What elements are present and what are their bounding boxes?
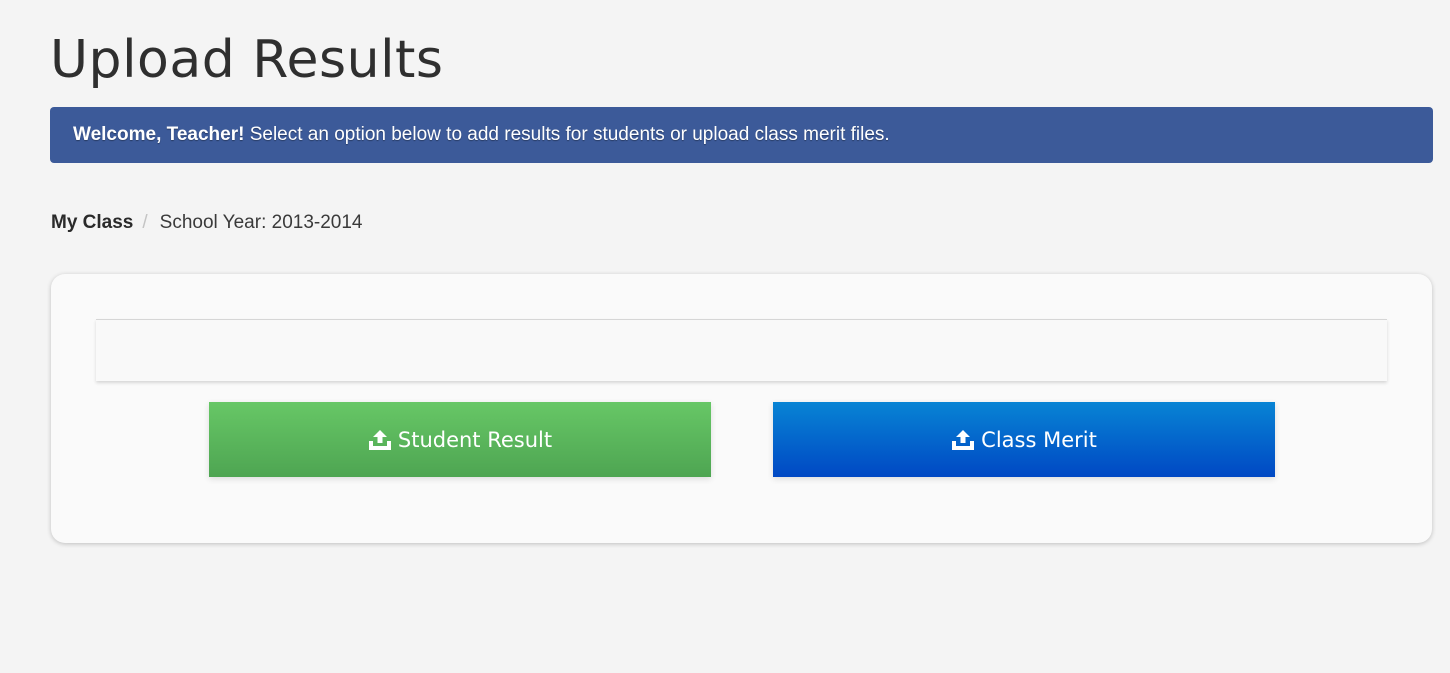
welcome-message: Select an option below to add results fo… bbox=[244, 124, 890, 145]
class-merit-label: Class Merit bbox=[981, 427, 1097, 452]
welcome-greeting: Welcome, Teacher! bbox=[73, 124, 245, 145]
page: Upload Results Welcome, Teacher! Select … bbox=[0, 0, 1450, 673]
student-result-button[interactable]: Student Result bbox=[209, 402, 711, 477]
breadcrumb-current: School Year: 2013-2014 bbox=[159, 212, 363, 233]
upload-icon bbox=[951, 429, 975, 451]
page-title: Upload Results bbox=[50, 30, 444, 90]
breadcrumb: My Class / School Year: 2013-2014 bbox=[51, 210, 363, 236]
breadcrumb-my-class-link[interactable]: My Class bbox=[51, 210, 133, 236]
student-result-label: Student Result bbox=[397, 427, 553, 452]
breadcrumb-separator: / bbox=[142, 212, 148, 233]
upload-options-card: Student Result Class Merit bbox=[51, 274, 1432, 543]
welcome-banner: Welcome, Teacher! Select an option below… bbox=[50, 107, 1433, 163]
upload-header-panel bbox=[96, 319, 1387, 381]
class-merit-button[interactable]: Class Merit bbox=[773, 402, 1275, 477]
upload-icon bbox=[368, 429, 392, 451]
